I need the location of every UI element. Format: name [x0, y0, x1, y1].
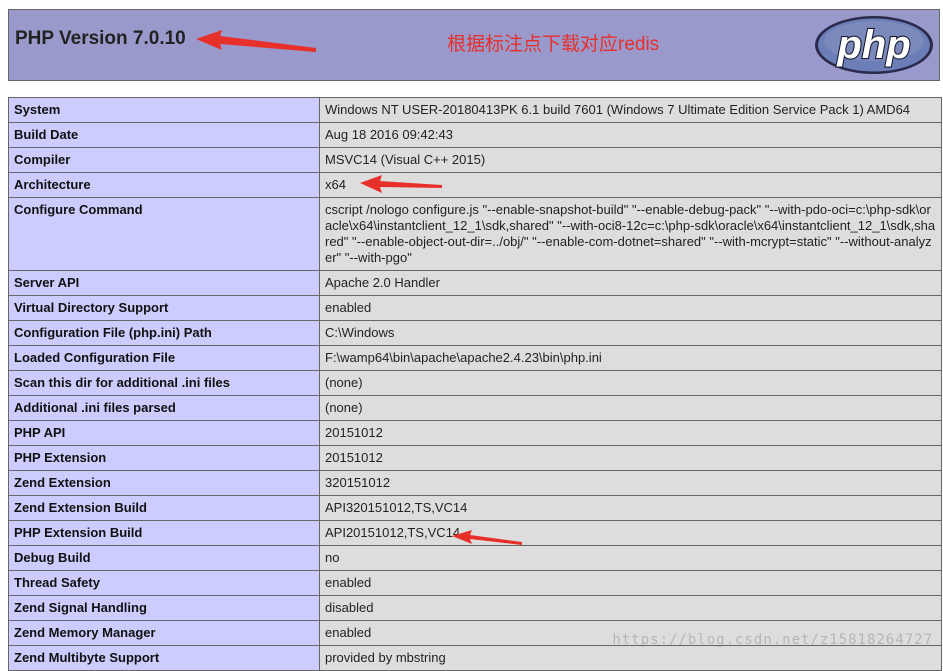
row-label: Thread Safety — [8, 570, 320, 596]
row-label: Zend Extension — [8, 470, 320, 496]
row-value: no — [319, 545, 942, 571]
table-row: Build Date Aug 18 2016 09:42:43 — [8, 122, 942, 148]
row-value: enabled — [319, 570, 942, 596]
table-row: Configure Command cscript /nologo configu… — [8, 197, 942, 271]
table-row: Server API Apache 2.0 Handler — [8, 270, 942, 296]
row-label: Architecture — [8, 172, 320, 198]
row-value: API320151012,TS,VC14 — [319, 495, 942, 521]
php-info-table: System Windows NT USER-20180413PK 6.1 bui… — [8, 97, 942, 671]
php-logo-text: php — [836, 23, 910, 67]
row-value: 20151012 — [319, 420, 942, 446]
php-info-header: PHP Version 7.0.10 根据标注点下载对应redis php — [8, 9, 940, 81]
row-value: C:\Windows — [319, 320, 942, 346]
row-label: Additional .ini files parsed — [8, 395, 320, 421]
table-row: Zend Extension 320151012 — [8, 470, 942, 496]
row-value: (none) — [319, 395, 942, 421]
watermark: https://blog.csdn.net/z15818264727 — [612, 632, 933, 648]
row-label: Configure Command — [8, 197, 320, 271]
row-value: 320151012 — [319, 470, 942, 496]
page-title: PHP Version 7.0.10 — [15, 28, 186, 49]
table-row: Loaded Configuration File F:\wamp64\bin\a… — [8, 345, 942, 371]
table-row: System Windows NT USER-20180413PK 6.1 bui… — [8, 97, 942, 123]
table-row: Scan this dir for additional .ini files(… — [8, 370, 942, 396]
row-value: Windows NT USER-20180413PK 6.1 build 760… — [319, 97, 942, 123]
table-row: Zend Multibyte Support provided by mbstri… — [8, 645, 942, 671]
row-label: PHP Extension — [8, 445, 320, 471]
table-row: Compiler MSVC14 (Visual C++ 2015) — [8, 147, 942, 173]
row-label: Zend Extension Build — [8, 495, 320, 521]
row-value: cscript /nologo configure.js "--enable-s… — [319, 197, 942, 271]
annotation-text: 根据标注点下载对应redis — [447, 34, 660, 55]
row-value: Apache 2.0 Handler — [319, 270, 942, 296]
row-label: Zend Signal Handling — [8, 595, 320, 621]
row-label: PHP Extension Build — [8, 520, 320, 546]
row-label: Configuration File (php.ini) Path — [8, 320, 320, 346]
row-label: Virtual Directory Support — [8, 295, 320, 321]
row-label: Build Date — [8, 122, 320, 148]
row-value: MSVC14 (Visual C++ 2015) — [319, 147, 942, 173]
php-logo: php — [815, 16, 933, 74]
table-row: Architecture x64 — [8, 172, 942, 198]
row-value: (none) — [319, 370, 942, 396]
row-label: PHP API — [8, 420, 320, 446]
row-value: enabled — [319, 295, 942, 321]
row-value: API20151012,TS,VC14 — [319, 520, 942, 546]
php-info-table-body: System Windows NT USER-20180413PK 6.1 bui… — [8, 97, 942, 671]
row-label: Debug Build — [8, 545, 320, 571]
table-row: Zend Signal Handling disabled — [8, 595, 942, 621]
table-row: Debug Build no — [8, 545, 942, 571]
table-row: PHP Extension 20151012 — [8, 445, 942, 471]
table-row: PHP API 20151012 — [8, 420, 942, 446]
table-row: PHP Extension Build API20151012,TS,VC14 — [8, 520, 942, 546]
row-value: 20151012 — [319, 445, 942, 471]
row-value: x64 — [319, 172, 942, 198]
row-label: Zend Memory Manager — [8, 620, 320, 646]
table-row: Zend Extension Build API320151012,TS,VC14 — [8, 495, 942, 521]
row-label: System — [8, 97, 320, 123]
row-value: Aug 18 2016 09:42:43 — [319, 122, 942, 148]
table-row: Virtual Directory Support enabled — [8, 295, 942, 321]
table-row: Thread Safety enabled — [8, 570, 942, 596]
row-label: Loaded Configuration File — [8, 345, 320, 371]
table-row: Configuration File (php.ini) Path C:\Wind… — [8, 320, 942, 346]
row-label: Scan this dir for additional .ini files — [8, 370, 320, 396]
row-value: disabled — [319, 595, 942, 621]
row-label: Zend Multibyte Support — [8, 645, 320, 671]
table-row: Additional .ini files parsed (none) — [8, 395, 942, 421]
row-value: F:\wamp64\bin\apache\apache2.4.23\bin\ph… — [319, 345, 942, 371]
row-value: provided by mbstring — [319, 645, 942, 671]
row-label: Server API — [8, 270, 320, 296]
row-label: Compiler — [8, 147, 320, 173]
